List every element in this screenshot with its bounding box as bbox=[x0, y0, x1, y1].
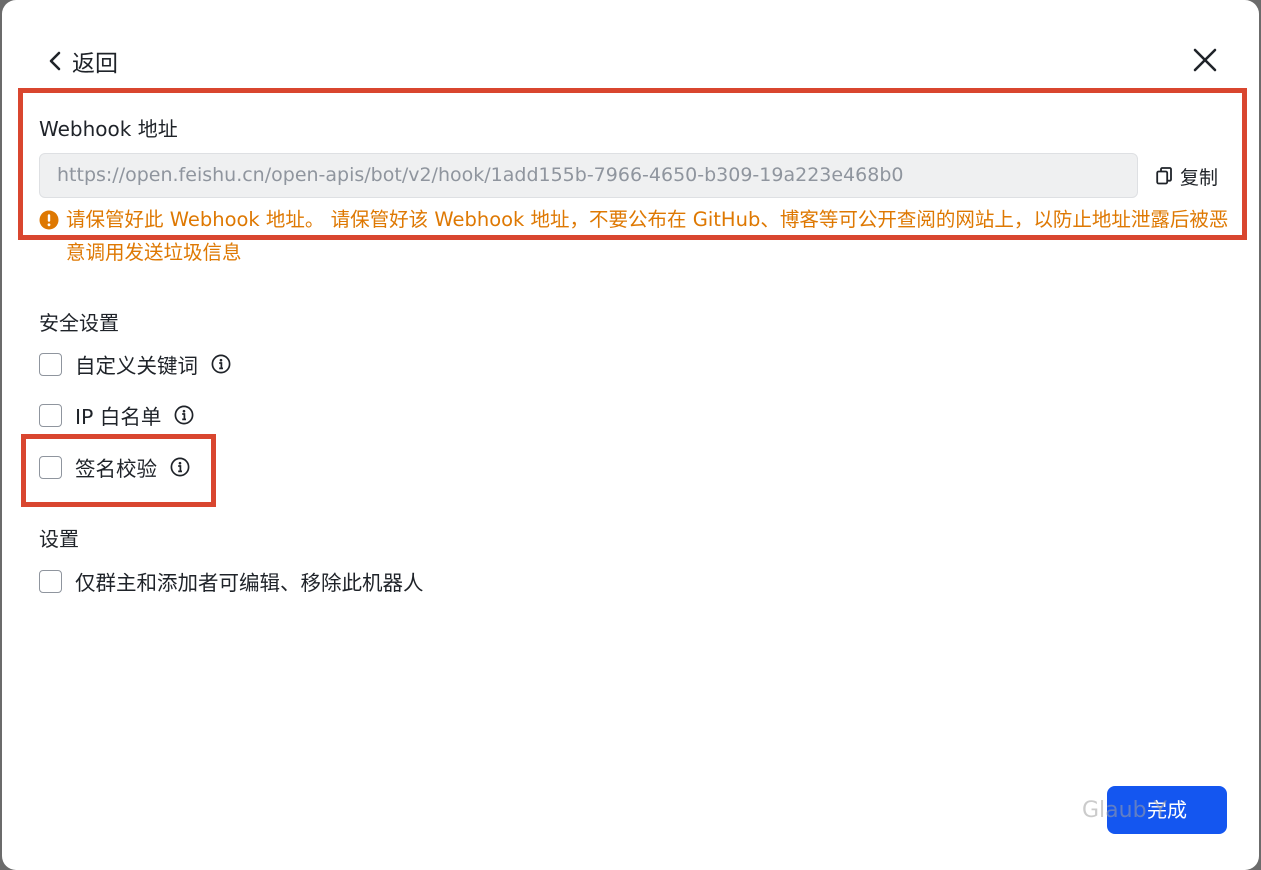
ip-whitelist-checkbox[interactable] bbox=[39, 403, 62, 427]
ip-whitelist-label: IP 白名单 bbox=[75, 405, 162, 429]
annotation-box-signature bbox=[21, 434, 216, 507]
done-button[interactable]: 完成 bbox=[1107, 786, 1227, 834]
close-icon bbox=[1193, 48, 1217, 72]
close-button[interactable] bbox=[1190, 45, 1220, 75]
security-settings-title: 安全设置 bbox=[39, 311, 119, 335]
chevron-left-icon bbox=[49, 51, 61, 71]
settings-title: 设置 bbox=[39, 527, 79, 551]
owner-only-edit-checkbox[interactable] bbox=[39, 569, 62, 593]
owner-only-edit-label: 仅群主和添加者可编辑、移除此机器人 bbox=[75, 571, 424, 595]
custom-keywords-label: 自定义关键词 bbox=[75, 354, 198, 378]
back-label: 返回 bbox=[72, 51, 118, 77]
info-icon[interactable] bbox=[174, 405, 194, 425]
custom-keywords-checkbox[interactable] bbox=[39, 352, 62, 376]
info-icon[interactable] bbox=[211, 354, 231, 374]
option-owner-only-edit[interactable]: 仅群主和添加者可编辑、移除此机器人 bbox=[39, 568, 424, 595]
back-button[interactable]: 返回 bbox=[48, 44, 118, 78]
option-custom-keywords[interactable]: 自定义关键词 bbox=[39, 351, 231, 378]
option-ip-whitelist[interactable]: IP 白名单 bbox=[39, 402, 194, 429]
annotation-box-webhook bbox=[18, 88, 1247, 240]
